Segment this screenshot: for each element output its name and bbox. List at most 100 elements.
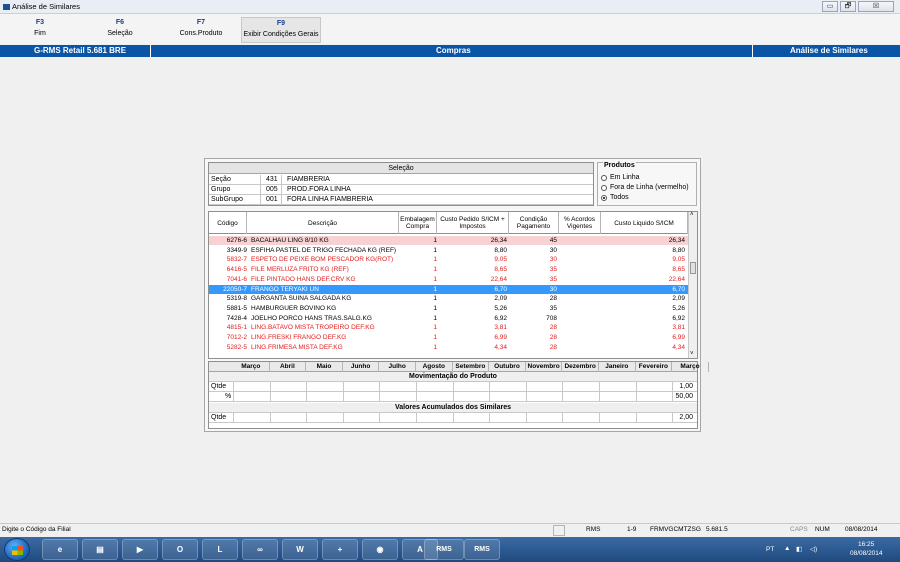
language-indicator[interactable]: PT (766, 546, 774, 553)
scroll-down-icon[interactable]: ˅ (690, 351, 694, 357)
selecao-name: PROD.FORA LINHA (287, 186, 351, 193)
status-rms: RMS (586, 526, 601, 533)
table-row[interactable]: 5832-7 ESPETO DE PEIXE BOM PESCADOR KG(RO… (209, 255, 688, 264)
cell-liquido: 2,09 (672, 295, 685, 303)
selecao-key: F6 (115, 19, 125, 26)
cell-code: 6416-5 (226, 266, 247, 274)
internet-explorer-icon[interactable]: e (42, 539, 78, 560)
month-header: Junho (343, 362, 380, 372)
cell-desc: LING.FRESKI FRANGO DEF.KG (251, 334, 347, 341)
cell-code: 5282-5 (226, 343, 247, 351)
table-row[interactable]: 5282-5 LING.FRIMESA MISTA DEF.KG 1 4,34 28 4,… (209, 343, 688, 352)
fim-button[interactable]: F3 Fim (0, 17, 80, 43)
chat-icon[interactable]: ∞ (242, 539, 278, 560)
cell-liquido: 3,81 (672, 324, 685, 332)
cell-emb: 1 (433, 246, 437, 254)
cell-custo: 2,09 (494, 295, 507, 303)
qtde-row: Qtde 1,00 (209, 382, 697, 392)
outlook-icon[interactable]: O (162, 539, 198, 560)
exibir-condicoes-button[interactable]: F9 Exibir Condições Gerais (241, 17, 321, 43)
table-row[interactable]: 3349-9 ESFIHA PASTEL DE TRIGO FECHADA KG … (209, 246, 688, 255)
col-condicao[interactable]: Condição Pagamento (509, 212, 559, 234)
cell-custo: 22,64 (490, 275, 507, 283)
scroll-up-icon[interactable]: ˄ (690, 212, 694, 218)
table-header: Código Descrição Embalagem Compra Custo … (209, 212, 697, 234)
cell-liquido: 6,70 (672, 285, 685, 293)
selecao-button[interactable]: F6 Seleção (80, 17, 160, 43)
calculator-icon[interactable]: + (322, 539, 358, 560)
function-toolbar: F3 Fim F6 Seleção F7 Cons.Produto F9 Exi… (0, 14, 900, 44)
selecao-row-subgrupo[interactable]: SubGrupo 001 FORA LINHA FIAMBRERIA (209, 195, 593, 205)
selecao-code: 001 (266, 196, 278, 203)
file-explorer-icon[interactable]: ▤ (82, 539, 118, 560)
cell-code: 4815-1 (226, 324, 247, 332)
maximize-button[interactable]: 🗗 (840, 1, 856, 12)
drive-icon[interactable]: ◉ (362, 539, 398, 560)
word-icon[interactable]: W (282, 539, 318, 560)
col-custo-liquido[interactable]: Custo Liquido S/ICM (601, 212, 688, 234)
cell-emb: 1 (433, 285, 437, 293)
col-acordos[interactable]: % Acordos Vigentes (559, 212, 601, 234)
percent-row: % 50,00 (209, 392, 697, 402)
cell-liquido: 5,26 (672, 304, 685, 312)
month-header: Julho (379, 362, 416, 372)
month-header: Dezembro (562, 362, 599, 372)
table-row[interactable]: 4815-1 LING.BATAVO MISTA TROPEIRO DEF.KG 1… (209, 323, 688, 332)
cell-desc: BACALHAU LING 8/10 KG (251, 237, 329, 244)
lync-icon[interactable]: L (202, 539, 238, 560)
table-row[interactable]: 6416-5 FILE MERLUZA FRITO KG (REF) 1 8,65 35… (209, 265, 688, 274)
selecao-row-grupo[interactable]: Grupo 005 PROD.FORA LINHA (209, 185, 593, 195)
movimentacao-table: Março Abril Maio Junho Julho Agosto Setembro Ou… (208, 361, 709, 429)
status-user: FRMVGCMTZSG (650, 526, 701, 533)
tray-expand-icon[interactable]: ▲ (784, 545, 790, 552)
cell-cond: 30 (549, 246, 557, 254)
table-row[interactable]: 6276-6 BACALHAU LING 8/10 KG 1 26,34 45 26,34 (209, 236, 688, 245)
volume-icon[interactable]: ◁) (810, 545, 817, 553)
fim-label: Fim (34, 30, 46, 37)
produtos-filter-group: Produtos Em Linha Fora de Linha (vermelh… (597, 162, 697, 206)
table-row[interactable]: 5881-5 HAMBURGUER BOVINO KG 1 5,26 35 5,26 (209, 304, 688, 313)
cell-code: 3349-9 (226, 246, 247, 254)
scroll-thumb[interactable] (690, 262, 696, 274)
cell-emb: 1 (433, 266, 437, 274)
col-custo-pedido[interactable]: Custo Pedido S/ICM + Impostos (437, 212, 509, 234)
media-player-icon[interactable]: ▶ (122, 539, 158, 560)
cell-cond: 45 (549, 237, 557, 244)
network-icon[interactable]: ◧ (796, 545, 802, 553)
status-page: 1-9 (627, 526, 637, 533)
rms-app-icon[interactable]: RMS (464, 539, 500, 560)
cell-desc: ESFIHA PASTEL DE TRIGO FECHADA KG (REF) (251, 246, 397, 254)
radio-label: Todos (610, 194, 629, 201)
similares-panel: Seleção Seção 431 FIAMBRERIA Grupo 005 P… (204, 158, 709, 432)
col-descricao[interactable]: Descrição (247, 212, 399, 234)
close-button[interactable]: ☒ (858, 1, 894, 12)
cell-desc: ESPETO DE PEIXE BOM PESCADOR KG(ROT) (251, 256, 394, 264)
table-row[interactable]: 7012-2 LING.FRESKI FRANGO DEF.KG 1 6,99 28 6,… (209, 333, 688, 342)
cell-code: 7428-4 (226, 314, 247, 322)
clock-time[interactable]: 16:25 (858, 541, 874, 548)
table-row[interactable]: 22050-7 FRANGO TERYAKI UN 1 6,70 30 6,70 (209, 284, 688, 294)
rms-app-icon[interactable]: RMS (424, 539, 464, 560)
cell-desc: LING.FRIMESA MISTA DEF.KG (251, 343, 343, 351)
cell-cond: 28 (549, 334, 557, 341)
cell-liquido: 9,05 (672, 256, 685, 264)
table-row[interactable]: 5319-8 GARGANTA SUINA SALGADA KG 1 2,09 28 2,… (209, 294, 688, 303)
status-version: 5.681.5 (706, 526, 728, 533)
start-button[interactable] (4, 538, 30, 561)
clock-date[interactable]: 08/08/2014 (850, 550, 883, 557)
cons-produto-button[interactable]: F7 Cons.Produto (161, 17, 241, 43)
minimize-button[interactable]: ▭ (822, 1, 838, 12)
cell-code: 6276-6 (226, 237, 247, 244)
selecao-row-secao[interactable]: Seção 431 FIAMBRERIA (209, 175, 593, 185)
col-embalagem[interactable]: Embalagem Compra (399, 212, 437, 234)
window-title: Análise de Similares (12, 2, 80, 11)
table-scrollbar[interactable]: ˄ ˅ (688, 212, 697, 358)
table-row[interactable]: 7041-6 FILE PINTADO HANS DEF.CRV KG 1 22,64… (209, 275, 688, 284)
col-codigo[interactable]: Código (209, 212, 247, 234)
selecao-label: Seleção (107, 30, 133, 37)
table-row[interactable]: 7428-4 JOELHO PORCO HANS TRAS.SALG.KG 1 6,9… (209, 314, 688, 323)
system-tray: PT ▲ ◧ ◁) 16:25 08/08/2014 (750, 537, 900, 562)
status-caps: CAPS (790, 526, 808, 533)
cell-desc: HAMBURGUER BOVINO KG (251, 304, 337, 312)
module-name: Compras (436, 46, 471, 55)
